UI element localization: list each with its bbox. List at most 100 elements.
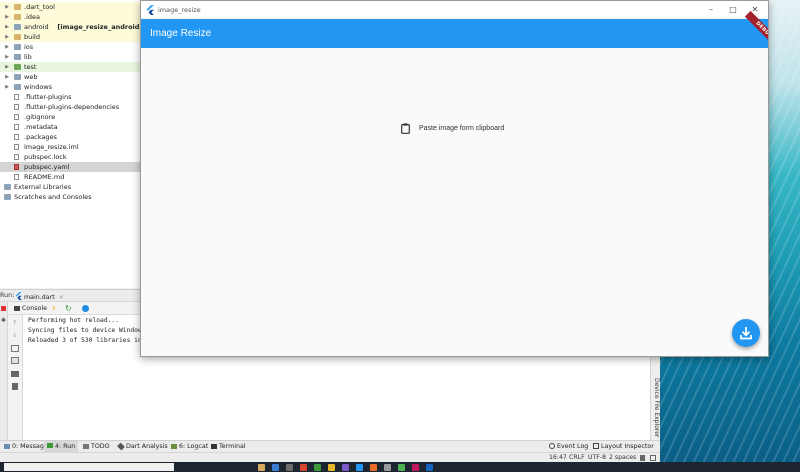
module-name: [image_resize_android] (57, 23, 143, 31)
tree-item[interactable]: ▶ lib (0, 52, 145, 62)
expand-arrow-icon[interactable]: ▶ (4, 22, 10, 32)
expand-arrow-icon[interactable]: ▶ (4, 62, 10, 72)
layout-inspector-tab[interactable]: Layout Inspector (593, 443, 654, 450)
line-separator[interactable]: CRLF (569, 454, 585, 461)
run-label: Run: (0, 292, 15, 299)
memory-icon[interactable] (650, 455, 656, 461)
app-icon[interactable] (356, 464, 363, 471)
run-config-tab[interactable]: main.dart × (15, 292, 64, 301)
pin-icon[interactable]: ✱ (1, 317, 6, 324)
trash-icon[interactable] (12, 383, 18, 390)
file-explorer-icon[interactable] (258, 464, 265, 471)
tree-item[interactable]: External Libraries (0, 182, 145, 192)
run-gutter: ✱ (0, 302, 8, 440)
tree-item-label: build (24, 33, 40, 41)
expand-arrow-icon[interactable]: ▶ (4, 12, 10, 22)
expand-arrow-icon[interactable]: ▶ (4, 72, 10, 82)
indent-setting[interactable]: 2 spaces (609, 454, 636, 461)
tree-item[interactable]: ▶ ios (0, 42, 145, 52)
window-title: image_resize (158, 6, 201, 14)
logcat-tab[interactable]: 6: Logcat (171, 443, 208, 450)
terminal-tab[interactable]: Terminal (211, 443, 246, 450)
run-config-label: main.dart (24, 294, 55, 301)
app-icon[interactable] (370, 464, 377, 471)
tree-item[interactable]: ▶ test (0, 62, 145, 72)
taskbar-search-box[interactable] (4, 463, 174, 471)
tree-item[interactable]: pubspec.yaml (0, 162, 145, 172)
run-tab[interactable]: 4: Run (44, 441, 79, 452)
dart-analysis-label: Dart Analysis (126, 443, 168, 450)
tree-item[interactable]: .flutter-plugins-dependencies (0, 102, 145, 112)
tree-item[interactable]: .flutter-plugins (0, 92, 145, 102)
app-title: Image Resize (150, 28, 212, 39)
tree-item[interactable]: ▶ .dart_tool (0, 2, 145, 12)
status-bar: 16:47 CRLF UTF-8 2 spaces (0, 452, 660, 462)
maximize-button[interactable]: □ (727, 4, 739, 16)
app-icon[interactable] (384, 464, 391, 471)
log-line: Syncing files to device Windows... (28, 327, 157, 334)
tree-item[interactable]: ▶ windows (0, 82, 145, 92)
tree-item[interactable]: ▶ android [image_resize_android] (0, 22, 145, 32)
hot-restart-icon[interactable]: ↻ (65, 304, 72, 313)
tree-item[interactable]: .packages (0, 132, 145, 142)
print-icon[interactable] (11, 371, 19, 377)
soft-wrap-icon[interactable] (11, 345, 19, 352)
app-icon[interactable] (314, 464, 321, 471)
console-tab[interactable]: Console (14, 305, 47, 312)
devtools-icon[interactable] (82, 305, 89, 312)
hot-reload-icon[interactable]: ⚡ (51, 304, 57, 313)
todo-tab[interactable]: TODO (83, 443, 110, 450)
minimize-button[interactable]: – (705, 4, 717, 16)
file-icon (14, 154, 19, 160)
console-label: Console (22, 305, 47, 312)
app-icon[interactable] (328, 464, 335, 471)
scroll-end-icon[interactable] (11, 357, 19, 364)
app-icon[interactable] (286, 464, 293, 471)
dart-analysis-tab[interactable]: Dart Analysis (117, 442, 168, 451)
caret-position[interactable]: 16:47 (549, 454, 567, 461)
device-file-explorer-tab[interactable]: Device File Explorer (651, 378, 660, 438)
expand-arrow-icon[interactable]: ▶ (4, 32, 10, 42)
window-titlebar[interactable]: image_resize – □ ✕ (141, 1, 768, 19)
folder-icon (14, 24, 21, 30)
tree-item[interactable]: Scratches and Consoles (0, 192, 145, 202)
app-icon[interactable] (300, 464, 307, 471)
app-icon[interactable] (412, 464, 419, 471)
tree-item[interactable]: README.md (0, 172, 145, 182)
stop-icon[interactable] (1, 306, 6, 311)
run-icon (47, 443, 53, 448)
up-arrow-icon[interactable]: ↑ (12, 319, 18, 327)
event-log-icon (549, 443, 555, 449)
tree-item[interactable]: pubspec.lock (0, 152, 145, 162)
tree-item[interactable]: .gitignore (0, 112, 145, 122)
download-icon (740, 327, 752, 340)
folder-icon (14, 44, 21, 50)
file-encoding[interactable]: UTF-8 (588, 454, 606, 461)
tree-item[interactable]: .metadata (0, 122, 145, 132)
download-fab[interactable] (732, 319, 760, 347)
tree-item[interactable]: ▶ build (0, 32, 145, 42)
app-icon[interactable] (342, 464, 349, 471)
close-tab-icon[interactable]: × (59, 294, 64, 301)
tree-item-label: pubspec.yaml (24, 163, 70, 171)
app-icon[interactable] (398, 464, 405, 471)
app-icon[interactable] (272, 464, 279, 471)
event-log-tab[interactable]: Event Log (549, 443, 588, 450)
expand-arrow-icon[interactable]: ▶ (4, 42, 10, 52)
file-icon (14, 174, 19, 180)
file-icon (14, 164, 19, 170)
expand-arrow-icon[interactable]: ▶ (4, 52, 10, 62)
tree-item-label: Scratches and Consoles (14, 193, 92, 201)
tree-item-label: .dart_tool (24, 3, 55, 11)
expand-arrow-icon[interactable]: ▶ (4, 2, 10, 12)
tree-item[interactable]: image_resize.iml (0, 142, 145, 152)
tree-item[interactable]: ▶ .idea (0, 12, 145, 22)
tree-item-label: android (24, 23, 49, 31)
tree-item-label: .flutter-plugins (24, 93, 72, 101)
expand-arrow-icon[interactable]: ▶ (4, 82, 10, 92)
tree-item[interactable]: ▶ web (0, 72, 145, 82)
paste-from-clipboard-button[interactable]: Paste image form clipboard (401, 121, 504, 135)
down-arrow-icon[interactable]: ↓ (12, 331, 18, 339)
app-icon[interactable] (426, 464, 433, 471)
lock-icon[interactable] (640, 455, 645, 461)
